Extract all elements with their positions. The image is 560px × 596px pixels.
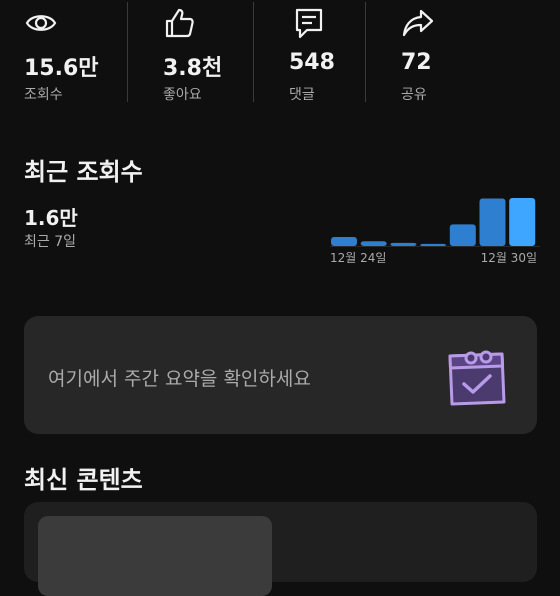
thumbs-up-icon (165, 8, 194, 38)
chart-bar (331, 237, 357, 246)
stat-views-value: 15.6만 (24, 56, 99, 81)
stat-comments[interactable]: 548 댓글 (289, 0, 359, 104)
stat-views-label: 조회수 (24, 87, 63, 103)
calendar-check-icon (448, 350, 506, 406)
stat-shares-label: 공유 (401, 87, 427, 103)
stat-comments-label: 댓글 (289, 87, 315, 103)
comment-icon (295, 8, 323, 39)
recent-views-chart[interactable]: 12월 24일 12월 30일 (330, 190, 540, 270)
weekly-summary-card[interactable]: 여기에서 주간 요약을 확인하세요 (24, 316, 537, 434)
recent-views-value: 1.6만 (24, 206, 78, 230)
chart-bar (479, 198, 506, 246)
stat-views[interactable]: 15.6만 조회수 (24, 0, 124, 104)
chart-tick-start: 12월 24일 (330, 251, 386, 265)
chart-bar (449, 224, 476, 246)
chart-bar (420, 243, 447, 246)
chart-bar (390, 242, 417, 246)
weekly-summary-text: 여기에서 주간 요약을 확인하세요 (48, 368, 311, 390)
chart-bar (509, 198, 536, 246)
stat-shares-value: 72 (401, 50, 432, 75)
chart-bar (360, 241, 387, 246)
latest-content-title: 최신 콘텐츠 (24, 466, 143, 494)
chart-tick-end: 12월 30일 (481, 251, 537, 265)
stat-likes-label: 좋아요 (163, 87, 202, 103)
divider (365, 2, 366, 102)
recent-views-title: 최근 조회수 (24, 158, 143, 186)
video-thumbnail[interactable] (38, 516, 272, 596)
stats-row: 15.6만 조회수 3.8천 좋아요 548 댓글 72 공유 (0, 0, 560, 110)
recent-views-period: 최근 7일 (24, 234, 76, 250)
divider (127, 2, 128, 102)
share-icon (402, 9, 434, 37)
stat-comments-value: 548 (289, 50, 335, 75)
stat-shares[interactable]: 72 공유 (401, 0, 461, 104)
divider (253, 2, 254, 102)
eye-icon (25, 15, 57, 31)
latest-content-card[interactable] (24, 502, 537, 596)
stat-likes-value: 3.8천 (163, 56, 223, 81)
stat-likes[interactable]: 3.8천 좋아요 (163, 0, 253, 104)
